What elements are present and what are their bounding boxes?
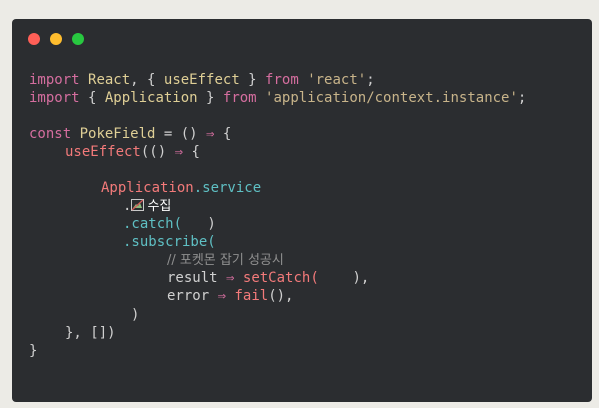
korean-token: 수집: [147, 199, 172, 214]
punctuation-token: (),: [268, 288, 294, 304]
punctuation-token: ;: [517, 90, 527, 106]
code-line: }, []): [65, 324, 116, 342]
punctuation-token: {: [79, 90, 105, 106]
punctuation-token: , {: [130, 72, 164, 88]
comment-token: // 포켓몬 잡기 성공시: [167, 253, 284, 268]
identifier-token: error: [167, 288, 210, 304]
keyword-token: const: [29, 126, 72, 142]
code-line: }: [29, 342, 37, 360]
function-token: fail: [234, 288, 269, 304]
identifier-token: Application: [104, 90, 198, 106]
code-line: const PokeField = () ⇒ {: [29, 125, 231, 143]
function-token: useEffect: [65, 144, 141, 160]
punctuation-token: [182, 216, 207, 232]
property-token: .service: [193, 180, 262, 196]
string-token: 'application/context.instance': [265, 90, 518, 106]
code-line: useEffect(() ⇒ {: [65, 143, 200, 161]
punctuation-token: .: [123, 198, 132, 214]
keyword-token: import: [29, 72, 80, 88]
punctuation-token: = (): [155, 126, 207, 142]
code-line: .catch( ): [123, 215, 216, 233]
code-line: error ⇒ fail(),: [167, 287, 293, 305]
arrow-token: ⇒: [226, 270, 235, 286]
punctuation-token: }: [197, 90, 223, 106]
class-token: Application: [101, 180, 194, 196]
broken-image-icon: [131, 198, 145, 211]
identifier-token: PokeField: [79, 126, 156, 142]
punctuation-token: }: [29, 343, 38, 359]
punctuation-token: }: [239, 72, 266, 88]
function-token: setCatch(: [242, 270, 319, 286]
keyword-token: from: [265, 72, 299, 88]
identifier-token: result: [167, 270, 218, 286]
identifier-token: React: [88, 72, 131, 88]
method-token: .subscribe(: [123, 234, 216, 250]
code-line: Application.service: [101, 179, 261, 197]
identifier-token: useEffect: [163, 72, 240, 88]
punctuation-token: {: [214, 126, 232, 142]
punctuation-token: ): [207, 216, 216, 232]
code-line: .subscribe(: [123, 233, 216, 251]
punctuation-token: ((): [140, 144, 175, 160]
punctuation-token: }, []): [65, 325, 116, 341]
arrow-token: ⇒: [217, 288, 227, 304]
punctuation-token: ;: [366, 72, 375, 88]
code-window: import React, { useEffect } from 'react'…: [12, 19, 592, 402]
code-block: import React, { useEffect } from 'react'…: [12, 19, 592, 402]
arrow-token: ⇒: [174, 144, 184, 160]
punctuation-token: ),: [352, 270, 370, 286]
code-line: import React, { useEffect } from 'react'…: [29, 71, 375, 89]
keyword-token: from: [222, 90, 257, 106]
keyword-token: import: [29, 90, 80, 106]
method-token: .catch(: [123, 216, 183, 232]
code-line: . 수집: [123, 197, 171, 216]
code-line: import { Application } from 'application…: [29, 89, 526, 107]
punctuation-token: ): [131, 307, 140, 323]
code-line: // 포켓몬 잡기 성공시: [167, 251, 284, 270]
string-token: 'react': [307, 72, 367, 88]
punctuation-token: {: [183, 144, 200, 160]
code-line: ): [131, 306, 139, 324]
code-line: result ⇒ setCatch( ),: [167, 269, 369, 287]
